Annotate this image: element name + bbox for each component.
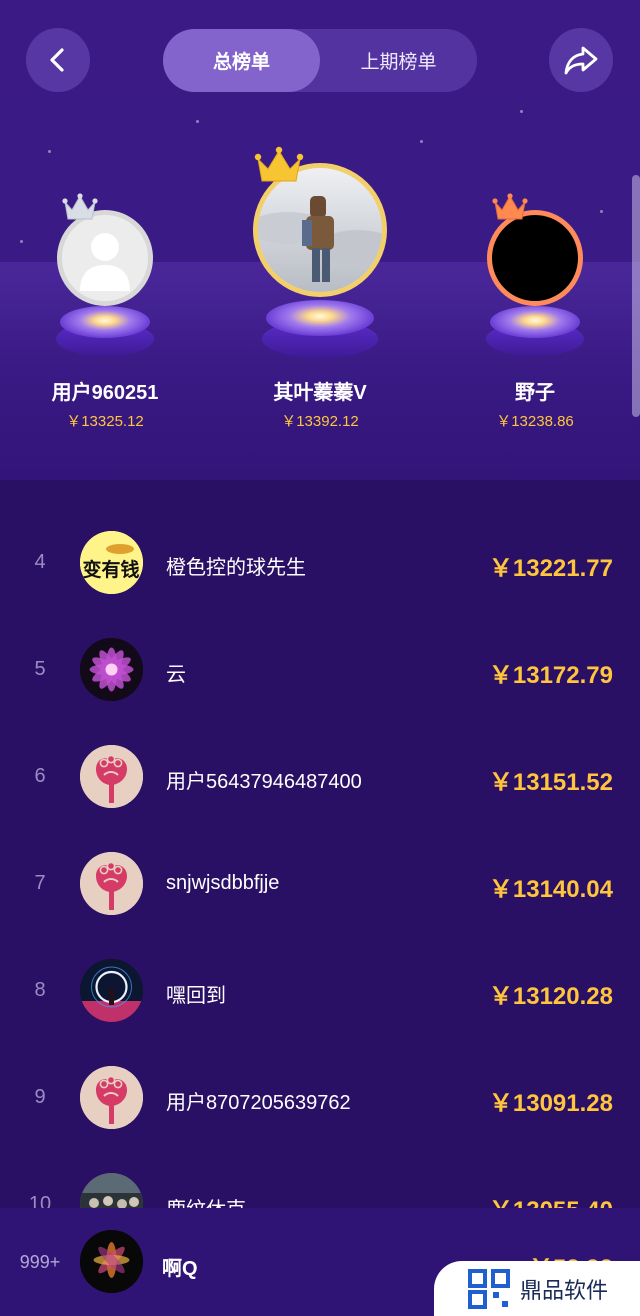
avatar-text: 变有钱 <box>82 558 139 581</box>
avatar-image: 变有钱 <box>80 531 143 594</box>
share-arrow-icon <box>564 46 598 75</box>
pedestal-glow <box>60 306 150 338</box>
avatar <box>80 745 143 808</box>
user-name: 云 <box>166 664 186 686</box>
amount: ￥13172.79 <box>488 662 613 689</box>
share-button[interactable] <box>549 28 613 92</box>
list-item[interactable]: 6 用户56437946487400 ￥13151.52 <box>0 723 640 830</box>
avatar <box>80 1230 143 1293</box>
avatar <box>80 959 143 1022</box>
tab-bar: 总榜单 上期榜单 <box>163 29 477 92</box>
podium-amount: ￥13238.86 <box>496 413 574 430</box>
sparkle <box>420 140 423 143</box>
avatar <box>57 210 153 306</box>
list-item[interactable]: 7 snjwjsdbbfjje ￥13140.04 <box>0 830 640 937</box>
avatar <box>487 210 583 306</box>
amount: ￥13140.04 <box>488 876 613 903</box>
crown-icon <box>254 146 304 182</box>
user-name: snjwjsdbbfjje <box>166 872 280 894</box>
leaderboard-page: 总榜单 上期榜单 用户960251 ￥13325.12 其叶蓁蓁V ￥13392… <box>0 0 640 1316</box>
user-name: 用户56437946487400 <box>166 771 362 793</box>
user-name: 用户8707205639762 <box>166 1092 351 1114</box>
amount: ￥13120.28 <box>488 983 613 1010</box>
default-flower-icon <box>80 852 143 915</box>
avatar <box>80 852 143 915</box>
watermark-text: 鼎品软件 <box>520 1277 609 1303</box>
flower-image <box>80 638 143 701</box>
avatar-image <box>80 959 143 1022</box>
sparkle <box>20 240 23 243</box>
avatar-image <box>258 168 382 292</box>
list-item[interactable]: 4 变有钱 橙色控的球先生 ￥13221.77 <box>0 509 640 616</box>
sparkle <box>600 210 603 213</box>
rank-number: 6 <box>34 765 46 787</box>
tab-last-period[interactable]: 上期榜单 <box>320 29 477 92</box>
user-name: 橙色控的球先生 <box>166 557 306 579</box>
pedestal-glow <box>266 300 374 336</box>
rank-number: 4 <box>34 551 46 573</box>
podium-amount: ￥13392.12 <box>281 413 359 430</box>
crown-icon <box>62 193 98 220</box>
scrollbar[interactable] <box>632 175 640 417</box>
rank-number: 9 <box>34 1086 46 1108</box>
chevron-left-icon <box>50 48 64 72</box>
rank-number: 8 <box>34 979 46 1001</box>
rank-number: 999+ <box>19 1252 61 1272</box>
amount: ￥13151.52 <box>488 769 613 796</box>
avatar-image <box>80 1230 143 1293</box>
podium-name: 野子 <box>515 382 555 404</box>
avatar <box>80 1066 143 1129</box>
podium-name: 其叶蓁蓁V <box>273 382 367 404</box>
amount: ￥13091.28 <box>488 1090 613 1117</box>
amount: ￥13221.77 <box>488 555 613 582</box>
rank-number: 7 <box>34 872 46 894</box>
rank-number: 5 <box>34 658 46 680</box>
sparkle <box>520 110 523 113</box>
tab-overall[interactable]: 总榜单 <box>163 29 320 92</box>
sparkle <box>48 150 51 153</box>
user-name: 啊Q <box>162 1258 198 1280</box>
default-flower-icon <box>80 745 143 808</box>
crown-icon <box>492 193 528 220</box>
back-button[interactable] <box>26 28 90 92</box>
podium-amount: ￥13325.12 <box>66 413 144 430</box>
pedestal-glow <box>490 306 580 338</box>
podium-name: 用户960251 <box>51 382 159 404</box>
list-item[interactable]: 5 云 ￥13172.79 <box>0 616 640 723</box>
watermark: 鼎品软件 <box>434 1261 640 1316</box>
list-item[interactable]: 8 嘿回到 ￥13120.28 <box>0 937 640 1044</box>
avatar: 变有钱 <box>80 531 143 594</box>
list-item[interactable]: 9 用户8707205639762 ￥13091.28 <box>0 1044 640 1151</box>
default-user-icon <box>62 215 148 301</box>
default-flower-icon <box>80 1066 143 1129</box>
avatar <box>80 638 143 701</box>
sparkle <box>196 120 199 123</box>
user-name: 嘿回到 <box>166 985 226 1007</box>
qr-logo-icon <box>468 1268 510 1309</box>
